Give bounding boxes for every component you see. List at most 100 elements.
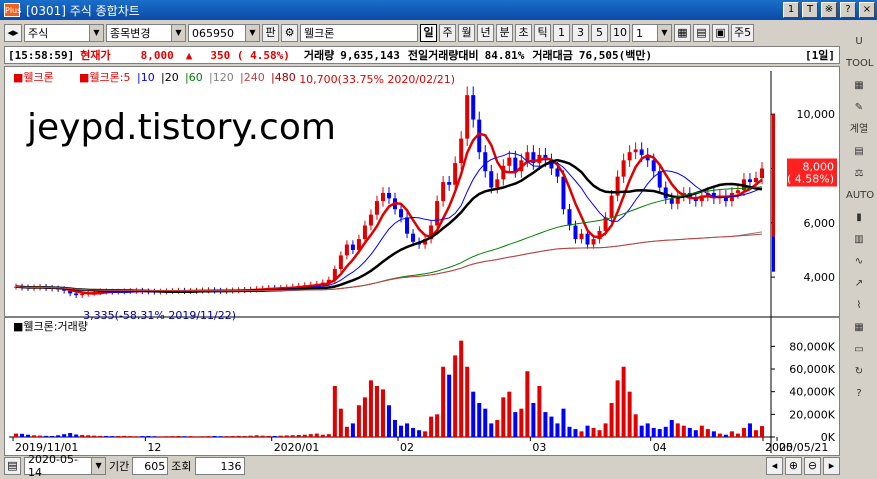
right-label-button[interactable]: 주5 — [731, 24, 755, 42]
print-icon[interactable]: ▣ — [712, 24, 729, 42]
refresh-icon[interactable]: ↻ — [846, 362, 872, 382]
tab-period-second[interactable]: 초 — [515, 24, 532, 42]
candle-icon[interactable]: ▮ — [846, 208, 872, 228]
tab-period-month[interactable]: 월 — [458, 24, 475, 42]
wave-icon[interactable]: ∿ — [846, 252, 872, 272]
candle-body — [368, 214, 373, 226]
interval-select[interactable]: 1 ▼ — [632, 24, 672, 42]
num-button-3[interactable]: 3 — [572, 24, 589, 42]
auto-icon[interactable]: AUTO — [846, 186, 874, 206]
volume-bar — [206, 436, 211, 437]
scale-icon[interactable]: ⚖ — [846, 164, 872, 184]
volume-bar — [615, 380, 620, 437]
code-input[interactable]: 065950 ▼ — [188, 24, 260, 42]
legend-ma-10: |10 — [137, 71, 155, 84]
pattern-icon[interactable]: ⌇ — [846, 296, 872, 316]
volume-bar — [86, 435, 91, 437]
close-button[interactable]: × — [859, 2, 875, 18]
panel-icon[interactable]: ▤ — [693, 24, 710, 42]
candle-body — [374, 201, 379, 215]
trend-icon[interactable]: ↗ — [846, 274, 872, 294]
calendar-icon[interactable]: ▤ — [4, 457, 21, 475]
search-icon[interactable]: ⚙ — [281, 24, 298, 42]
line-icon[interactable]: ▦ — [846, 76, 872, 96]
date-tick-label: 2020/01 — [274, 441, 320, 454]
candle-body — [735, 190, 740, 193]
volume-bar — [669, 420, 674, 437]
volume-bar — [26, 434, 31, 437]
count-input[interactable]: 136 — [194, 457, 245, 475]
volume-bar — [723, 434, 728, 437]
tab-period-year[interactable]: 년 — [477, 24, 494, 42]
prev-ratio-label: 전일거래량대비 — [407, 49, 479, 62]
candle-body — [651, 160, 656, 172]
candle-body — [386, 192, 392, 199]
volume-bar — [591, 427, 596, 437]
grid-icon[interactable]: ▦ — [674, 24, 691, 42]
volume-bar — [603, 423, 608, 437]
volume-value: 9,635,143 — [340, 48, 400, 62]
volume-bar — [549, 416, 554, 437]
stock-name-field: 웰크론 — [300, 24, 418, 42]
stock-chart[interactable]: ■웰크론 ■웰크론:5 |10 |20 |60 |120 |240 |480■웰크론:거래량 … — [5, 67, 839, 455]
watermark-text: jeypd.tistory.com — [26, 107, 336, 148]
tab-period-tick[interactable]: 틱 — [534, 24, 551, 42]
candle-body — [513, 157, 518, 172]
period-input[interactable]: 605 — [132, 457, 169, 475]
zoom-in-icon[interactable]: ⊕ — [785, 457, 802, 475]
volume-bar — [128, 436, 133, 437]
wrench-icon[interactable]: ✎ — [846, 98, 872, 118]
tab-period-day[interactable]: 일 — [420, 24, 437, 42]
volume-bar — [176, 435, 181, 437]
date-select[interactable]: 2020-05-14 ▼ — [24, 453, 106, 479]
up-arrow-icon: ▲ — [185, 48, 193, 62]
app-logo: Plus — [4, 3, 21, 17]
gyeyl-icon[interactable]: 계열 — [846, 120, 872, 140]
price-tick-label: 6,000 — [804, 217, 836, 230]
volume-bar — [20, 433, 25, 437]
screen-number-button[interactable]: 1 — [783, 2, 799, 18]
candle-body — [405, 217, 410, 234]
volume-bar — [140, 436, 145, 437]
doc-icon[interactable]: ▤ — [846, 142, 872, 162]
volume-bar — [429, 416, 434, 437]
title-bar: Plus [0301] 주식 종합차트 1 T ※ ? × — [0, 0, 877, 20]
help-icon[interactable]: ? — [846, 384, 872, 404]
tab-period-week[interactable]: 주 — [439, 24, 456, 42]
volume-bar — [705, 429, 710, 437]
nav-arrows-icon[interactable]: ◂▸ — [4, 24, 22, 42]
volume-bar — [465, 366, 470, 437]
next-icon[interactable]: ▸ — [823, 457, 840, 475]
price-value: 8,000 — [140, 48, 174, 62]
market-select[interactable]: 주식 ▼ — [24, 24, 104, 42]
prev-icon[interactable]: ◂ — [766, 457, 783, 475]
help-button[interactable]: ? — [840, 2, 856, 18]
grid-icon[interactable]: ▦ — [846, 318, 872, 338]
volume-bar — [441, 366, 446, 437]
volume-bar — [158, 436, 163, 437]
pin-button[interactable]: T — [802, 2, 818, 18]
toolbar: ◂▸ 주식 ▼ 종목변경 ▼ 065950 ▼ 판 ⚙ 웰크론 일 주 월 년 분 초… — [0, 22, 840, 44]
tool-icon[interactable]: TOOL — [846, 54, 873, 74]
volume-bar — [459, 340, 464, 437]
volume-bar — [146, 435, 151, 437]
tab-period-minute[interactable]: 분 — [496, 24, 513, 42]
legend-ma5: ■웰크론:5 — [79, 71, 130, 84]
num-button-5[interactable]: 5 — [591, 24, 608, 42]
volume-bar — [597, 430, 602, 437]
volume-bar — [399, 425, 404, 437]
num-button-10[interactable]: 10 — [610, 24, 630, 42]
window-icon[interactable]: ▭ — [846, 340, 872, 360]
candle-body — [627, 152, 632, 161]
chart-up-icon[interactable]: U — [846, 32, 872, 52]
candle-body — [435, 201, 440, 226]
bar-icon[interactable]: ▥ — [846, 230, 872, 250]
candle-body — [459, 138, 464, 164]
settings-button[interactable]: ※ — [821, 2, 837, 18]
code-change-select[interactable]: 종목변경 ▼ — [106, 24, 186, 42]
candle-body — [441, 182, 446, 202]
pan-button[interactable]: 판 — [262, 24, 279, 42]
zoom-out-icon[interactable]: ⊖ — [804, 457, 821, 475]
num-button-1[interactable]: 1 — [553, 24, 570, 42]
chart-area[interactable]: ■웰크론 ■웰크론:5 |10 |20 |60 |120 |240 |480 ■웰크론:거래량 … — [4, 66, 840, 456]
